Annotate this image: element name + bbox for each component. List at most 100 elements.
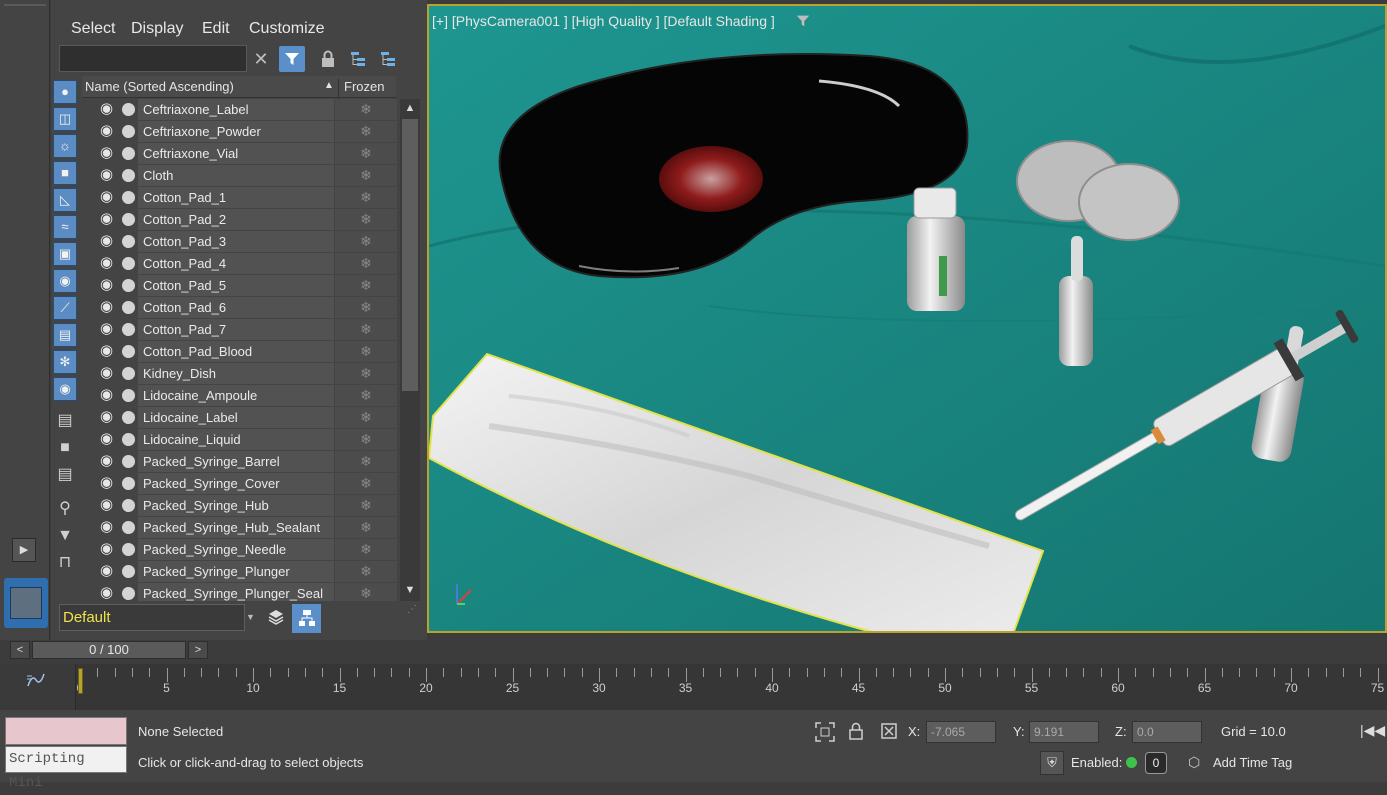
- list-item[interactable]: ◉ Cotton_Pad_3 ❄: [82, 231, 398, 253]
- invert-display-icon[interactable]: ▤: [53, 464, 77, 488]
- layers-icon[interactable]: [263, 604, 289, 631]
- hierarchy-expand-icon[interactable]: [375, 46, 401, 72]
- viewport-filter-icon[interactable]: [795, 13, 811, 32]
- object-name[interactable]: Packed_Syringe_Plunger: [138, 561, 334, 582]
- time-slider[interactable]: 0 / 100: [32, 641, 186, 659]
- lights-filter-icon[interactable]: ☼: [53, 134, 77, 158]
- render-dot-icon[interactable]: [122, 587, 135, 600]
- display-none-icon[interactable]: ■: [53, 437, 77, 461]
- eye-icon[interactable]: ◉: [100, 519, 118, 535]
- render-dot-icon[interactable]: [122, 301, 135, 314]
- snowflake-icon[interactable]: ❄: [335, 187, 397, 208]
- column-frozen-header[interactable]: Frozen: [338, 79, 384, 99]
- snowflake-icon[interactable]: ❄: [335, 341, 397, 362]
- groups-filter-icon[interactable]: ▣: [53, 242, 77, 266]
- funnel-icon[interactable]: ▼: [53, 525, 77, 549]
- xrefs-filter-icon[interactable]: ◉: [53, 269, 77, 293]
- y-coordinate-field[interactable]: 9.191: [1029, 721, 1099, 743]
- snowflake-icon[interactable]: ❄: [335, 275, 397, 296]
- object-name[interactable]: Cotton_Pad_7: [138, 319, 334, 340]
- render-dot-icon[interactable]: [122, 169, 135, 182]
- object-name[interactable]: Kidney_Dish: [138, 363, 334, 384]
- eye-icon[interactable]: ◉: [100, 475, 118, 491]
- eye-icon[interactable]: ◉: [100, 189, 118, 205]
- time-tag-count[interactable]: 0: [1145, 752, 1167, 774]
- object-name[interactable]: Lidocaine_Label: [138, 407, 334, 428]
- render-dot-icon[interactable]: [122, 543, 135, 556]
- eye-icon[interactable]: ◉: [100, 299, 118, 315]
- lock-icon[interactable]: [315, 46, 341, 72]
- list-item[interactable]: ◉ Packed_Syringe_Barrel ❄: [82, 451, 398, 473]
- snowflake-icon[interactable]: ❄: [335, 561, 397, 582]
- helpers-filter-icon[interactable]: ◺: [53, 188, 77, 212]
- list-item[interactable]: ◉ Packed_Syringe_Plunger ❄: [82, 561, 398, 583]
- z-coordinate-field[interactable]: 0.0: [1132, 721, 1202, 743]
- frozen-filter-icon[interactable]: ✻: [53, 350, 77, 374]
- snowflake-icon[interactable]: ❄: [335, 99, 397, 120]
- eye-icon[interactable]: ◉: [100, 277, 118, 293]
- x-coordinate-field[interactable]: -7.065: [926, 721, 996, 743]
- object-name[interactable]: Lidocaine_Liquid: [138, 429, 334, 450]
- snowflake-icon[interactable]: ❄: [335, 121, 397, 142]
- object-name[interactable]: Cloth: [138, 165, 334, 186]
- snowflake-icon[interactable]: ❄: [335, 539, 397, 560]
- eye-icon[interactable]: ◉: [100, 233, 118, 249]
- render-dot-icon[interactable]: [122, 213, 135, 226]
- eye-icon[interactable]: ◉: [100, 255, 118, 271]
- object-name[interactable]: Cotton_Pad_5: [138, 275, 334, 296]
- list-item[interactable]: ◉ Ceftriaxone_Powder ❄: [82, 121, 398, 143]
- render-dot-icon[interactable]: [122, 565, 135, 578]
- list-item[interactable]: ◉ Ceftriaxone_Label ❄: [82, 99, 398, 121]
- sort-by-hierarchy-icon[interactable]: [292, 604, 321, 633]
- chevron-down-icon[interactable]: ▼: [246, 604, 258, 631]
- object-name[interactable]: Packed_Syringe_Cover: [138, 473, 334, 494]
- render-dot-icon[interactable]: [122, 257, 135, 270]
- object-name[interactable]: Packed_Syringe_Plunger_Seal: [138, 583, 334, 601]
- eye-icon[interactable]: ◉: [100, 387, 118, 403]
- render-dot-icon[interactable]: [122, 191, 135, 204]
- render-dot-icon[interactable]: [122, 345, 135, 358]
- eye-icon[interactable]: ◉: [100, 123, 118, 139]
- list-item[interactable]: ◉ Ceftriaxone_Vial ❄: [82, 143, 398, 165]
- list-item[interactable]: ◉ Packed_Syringe_Hub ❄: [82, 495, 398, 517]
- geometry-filter-icon[interactable]: ●: [53, 80, 77, 104]
- render-dot-icon[interactable]: [122, 411, 135, 424]
- object-name[interactable]: Ceftriaxone_Vial: [138, 143, 334, 164]
- containers-filter-icon[interactable]: ▤: [53, 323, 77, 347]
- eye-icon[interactable]: ◉: [100, 585, 118, 601]
- snowflake-icon[interactable]: ❄: [335, 319, 397, 340]
- snowflake-icon[interactable]: ❄: [335, 385, 397, 406]
- eye-icon[interactable]: ◉: [100, 211, 118, 227]
- eye-icon[interactable]: ◉: [100, 343, 118, 359]
- viewport-label[interactable]: [+] [PhysCamera001 ] [High Quality ] [De…: [432, 13, 775, 29]
- resize-grip-icon[interactable]: ⋰: [407, 604, 417, 615]
- object-name[interactable]: Packed_Syringe_Barrel: [138, 451, 334, 472]
- snowflake-icon[interactable]: ❄: [335, 583, 397, 601]
- eye-icon[interactable]: ◉: [100, 497, 118, 513]
- eye-icon[interactable]: ◉: [100, 321, 118, 337]
- render-dot-icon[interactable]: [122, 433, 135, 446]
- eye-icon[interactable]: ◉: [100, 365, 118, 381]
- eye-icon[interactable]: ◉: [100, 167, 118, 183]
- absolute-mode-icon[interactable]: [880, 722, 898, 745]
- eye-icon[interactable]: ◉: [100, 101, 118, 117]
- scroll-thumb[interactable]: [402, 119, 418, 391]
- snowflake-icon[interactable]: ❄: [335, 231, 397, 252]
- bones-filter-icon[interactable]: ⟋: [53, 296, 77, 320]
- list-item[interactable]: ◉ Lidocaine_Liquid ❄: [82, 429, 398, 451]
- isolate-selection-icon[interactable]: [814, 721, 836, 748]
- object-name[interactable]: Packed_Syringe_Hub: [138, 495, 334, 516]
- snowflake-icon[interactable]: ❄: [335, 429, 397, 450]
- camera-viewport[interactable]: [+] [PhysCamera001 ] [High Quality ] [De…: [427, 4, 1387, 633]
- eye-icon[interactable]: ◉: [100, 431, 118, 447]
- menu-edit[interactable]: Edit: [202, 20, 230, 38]
- spacewarps-filter-icon[interactable]: ≈: [53, 215, 77, 239]
- snowflake-icon[interactable]: ❄: [335, 473, 397, 494]
- layer-dropdown[interactable]: Default: [59, 604, 245, 631]
- snowflake-icon[interactable]: ❄: [335, 165, 397, 186]
- render-dot-icon[interactable]: [122, 499, 135, 512]
- list-item[interactable]: ◉ Packed_Syringe_Hub_Sealant ❄: [82, 517, 398, 539]
- list-item[interactable]: ◉ Cotton_Pad_4 ❄: [82, 253, 398, 275]
- list-item[interactable]: ◉ Kidney_Dish ❄: [82, 363, 398, 385]
- render-dot-icon[interactable]: [122, 103, 135, 116]
